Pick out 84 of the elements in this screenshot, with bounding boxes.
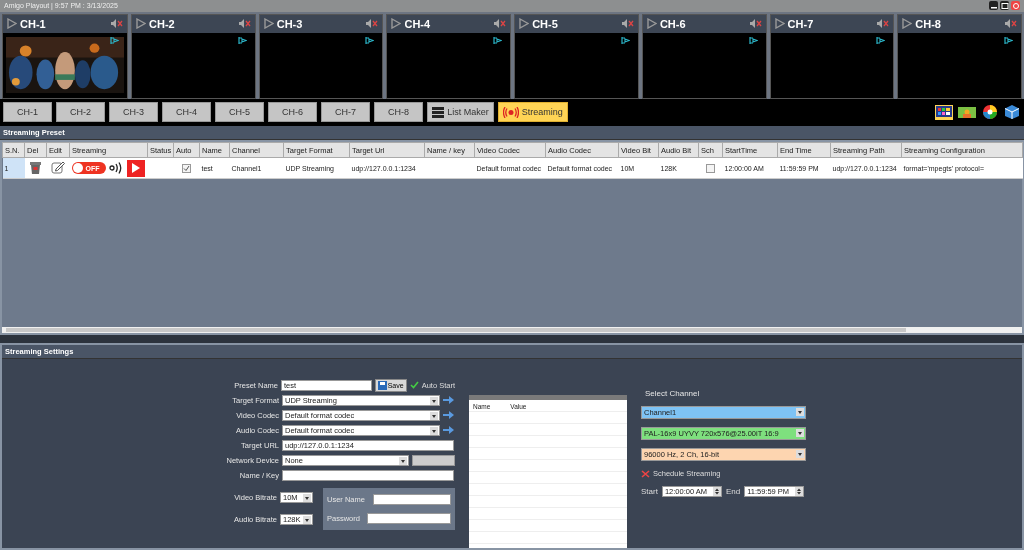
- output-icon[interactable]: [110, 35, 119, 45]
- channel-label: CH-1: [20, 17, 47, 30]
- color-wheel-icon[interactable]: [981, 103, 999, 122]
- play-icon[interactable]: [774, 18, 785, 30]
- save-icon: [377, 380, 387, 390]
- tab[interactable]: CH-8: [374, 102, 424, 123]
- minimize-button[interactable]: [989, 1, 998, 11]
- cross-icon: [641, 469, 650, 478]
- caret-icon: [796, 429, 804, 437]
- arrow-icon[interactable]: [443, 426, 454, 434]
- arrow-icon[interactable]: [443, 396, 454, 404]
- spinner-icon[interactable]: [795, 487, 804, 496]
- output-icon[interactable]: [620, 35, 630, 45]
- channel-label: CH-4: [404, 17, 432, 30]
- output-icon[interactable]: [1004, 35, 1014, 45]
- tab[interactable]: Streaming: [497, 102, 568, 123]
- tab[interactable]: CH-4: [162, 102, 212, 123]
- channel-label: CH-2: [149, 17, 176, 30]
- mute-icon[interactable]: [237, 18, 251, 30]
- output-icon[interactable]: [493, 35, 503, 45]
- channel-label: CH-5: [532, 17, 559, 30]
- play-icon[interactable]: [519, 18, 530, 30]
- password-field[interactable]: [367, 513, 451, 524]
- output-icon[interactable]: [876, 35, 886, 45]
- caret-icon: [796, 408, 804, 416]
- mute-icon[interactable]: [620, 18, 634, 30]
- mute-icon[interactable]: [365, 18, 379, 30]
- tab[interactable]: CH-1: [3, 102, 52, 123]
- edit-icon[interactable]: [51, 161, 65, 175]
- check-icon: [409, 381, 419, 389]
- name-key-field[interactable]: [282, 469, 454, 481]
- play-icon: [130, 162, 141, 175]
- tab[interactable]: CH-2: [56, 102, 106, 123]
- schedule-checkbox[interactable]: [706, 163, 715, 173]
- channel-label: CH-6: [659, 17, 687, 30]
- input-field[interactable]: [412, 454, 455, 466]
- channel-label: CH-8: [915, 17, 942, 30]
- caret-icon: [430, 426, 438, 435]
- play-icon[interactable]: [646, 18, 657, 30]
- mute-icon[interactable]: [748, 18, 762, 30]
- tab[interactable]: CH-7: [321, 102, 371, 123]
- caret-icon: [399, 456, 407, 465]
- broadcast-icon: [502, 107, 519, 118]
- output-icon[interactable]: [748, 35, 758, 45]
- monitor-icon[interactable]: [957, 105, 977, 120]
- output-icon[interactable]: [237, 35, 247, 45]
- arrow-icon[interactable]: [443, 411, 454, 419]
- play-icon[interactable]: [136, 18, 146, 30]
- tab[interactable]: CH-5: [215, 102, 265, 123]
- mute-icon[interactable]: [876, 18, 890, 30]
- caret-icon: [303, 515, 311, 524]
- list-icon: [432, 107, 445, 118]
- caret-icon: [796, 450, 804, 458]
- trash-icon[interactable]: [30, 161, 41, 174]
- tab[interactable]: CH-6: [268, 102, 318, 123]
- mute-icon[interactable]: [110, 18, 123, 30]
- tab[interactable]: List Maker: [427, 102, 494, 123]
- field-label: End: [725, 487, 741, 496]
- caret-icon: [430, 411, 438, 420]
- channel-label: CH-7: [787, 17, 815, 30]
- multiview-icon[interactable]: [935, 105, 953, 120]
- field-label: Select Channel: [644, 389, 701, 398]
- maximize-icon: [1000, 1, 1009, 10]
- mute-icon[interactable]: [493, 18, 507, 30]
- auto-checkbox[interactable]: [182, 163, 191, 173]
- caret-icon: [430, 396, 438, 405]
- user-name-field[interactable]: [373, 494, 451, 505]
- maximize-button[interactable]: [1000, 1, 1009, 11]
- box-icon[interactable]: [1003, 103, 1021, 122]
- play-icon[interactable]: [902, 18, 913, 30]
- mute-icon[interactable]: [1004, 18, 1018, 30]
- play-icon[interactable]: [7, 18, 17, 30]
- channel-label: CH-3: [276, 17, 304, 30]
- tab[interactable]: CH-3: [109, 102, 159, 123]
- spinner-icon[interactable]: [712, 487, 721, 496]
- horizontal-scrollbar[interactable]: [2, 327, 1022, 333]
- output-icon[interactable]: [365, 35, 375, 45]
- play-button[interactable]: [126, 159, 145, 177]
- signal-icon: [108, 162, 124, 175]
- close-icon: [1011, 1, 1020, 10]
- play-icon[interactable]: [391, 18, 402, 30]
- caret-icon: [303, 493, 311, 502]
- field-label: Start: [641, 487, 658, 496]
- play-icon[interactable]: [263, 18, 274, 30]
